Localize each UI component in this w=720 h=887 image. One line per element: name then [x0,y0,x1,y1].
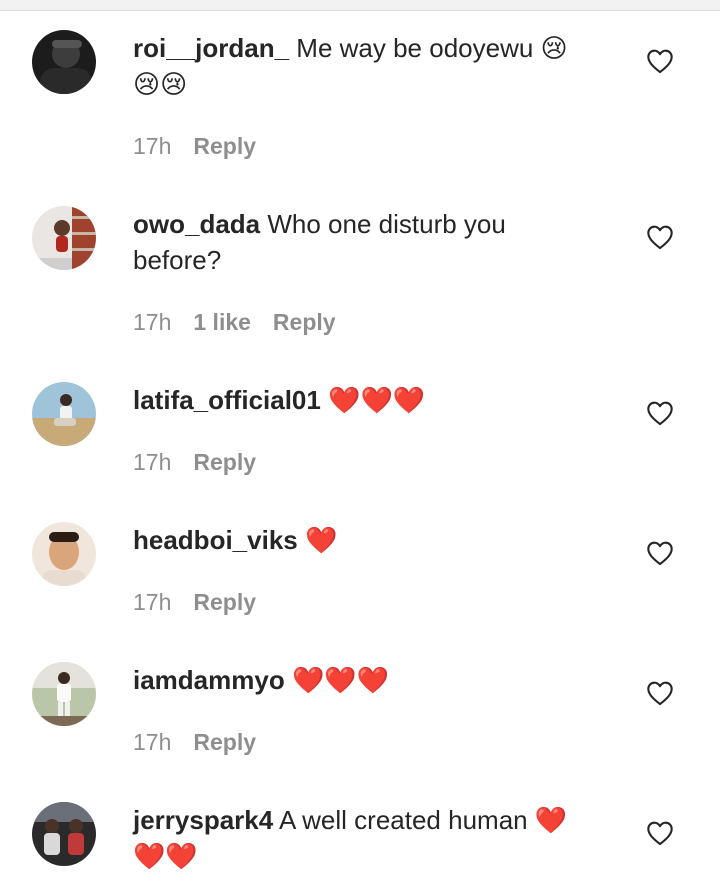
username[interactable]: owo_dada [133,209,260,239]
avatar[interactable] [32,382,96,446]
avatar[interactable] [32,522,96,586]
comment-body-continued: ❤️❤️ [133,841,198,871]
comment-meta: 17h Reply [133,728,256,756]
heart-icon[interactable] [646,540,674,566]
reply-button[interactable]: Reply [193,448,256,476]
username[interactable]: roi__jordan_ [133,33,289,63]
reply-button[interactable]: Reply [193,588,256,616]
avatar[interactable] [32,206,96,270]
comment-text: headboi_viks ❤️ [133,522,603,558]
comment-body: ❤️ [297,525,338,555]
comment-text: jerryspark4 A well created human ❤️ ❤️❤️ [133,802,603,874]
heart-icon[interactable] [646,680,674,706]
username[interactable]: jerryspark4 [133,805,273,835]
comment-time: 17h [133,449,172,475]
comment-body: ❤️❤️❤️ [284,665,390,695]
comment-text: roi__jordan_ Me way be odoyewu 😢 😢😢 [133,30,603,102]
heart-icon[interactable] [646,224,674,250]
heart-icon[interactable] [646,48,674,74]
username[interactable]: headboi_viks [133,525,298,555]
like-count[interactable]: 1 like [193,308,251,336]
username[interactable]: latifa_official01 [133,385,321,415]
comment-meta: 17h Reply [133,132,256,160]
comment-time: 17h [133,729,172,755]
reply-button[interactable]: Reply [193,728,256,756]
comment-body: Me way be odoyewu 😢 [289,33,568,63]
comment-meta: 17h 1 like Reply [133,308,336,336]
comment-text: latifa_official01 ❤️❤️❤️ [133,382,603,418]
reply-button[interactable]: Reply [273,308,336,336]
comment-time: 17h [133,589,172,615]
comment-time: 17h [133,309,172,335]
comment-text: iamdammyo ❤️❤️❤️ [133,662,603,698]
comment-text: owo_dada Who one disturb you before? [133,206,603,278]
avatar[interactable] [32,30,96,94]
comment-meta: 17h Reply [133,448,256,476]
comment-body: Who one disturb you [260,209,506,239]
comment-meta: 17h Reply [133,588,256,616]
top-edge [0,0,720,11]
comment-body: ❤️❤️❤️ [320,385,426,415]
avatar[interactable] [32,662,96,726]
comment-body: A well created human ❤️ [273,805,568,835]
avatar[interactable] [32,802,96,866]
comment-body-continued: 😢😢 [133,69,188,99]
reply-button[interactable]: Reply [193,132,256,160]
heart-icon[interactable] [646,820,674,846]
heart-icon[interactable] [646,400,674,426]
username[interactable]: iamdammyo [133,665,285,695]
comment-body-continued: before? [133,245,222,275]
comment-time: 17h [133,133,172,159]
